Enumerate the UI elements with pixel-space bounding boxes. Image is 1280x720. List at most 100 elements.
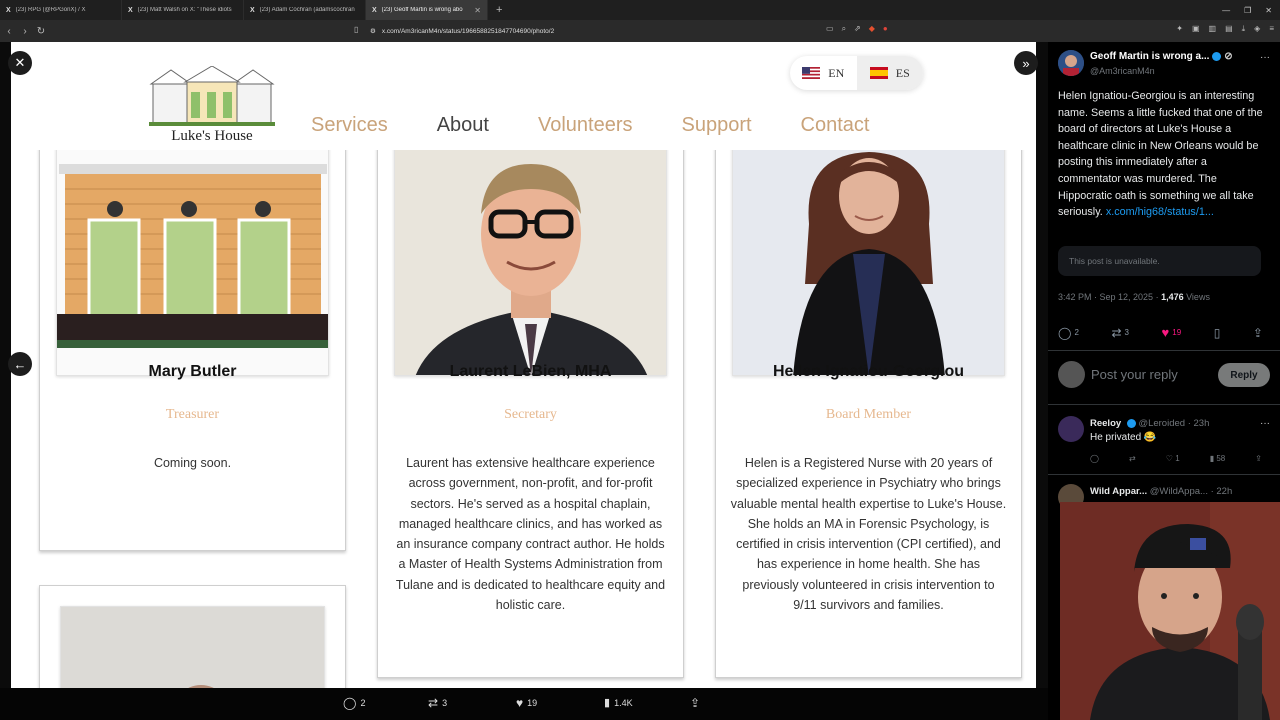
x-logo-icon: X — [6, 6, 11, 14]
nav-services[interactable]: Services — [311, 114, 388, 137]
cast-icon[interactable]: ▭ — [826, 24, 834, 34]
share-button[interactable]: ⇪ — [1253, 325, 1263, 340]
url-field[interactable]: ⚙ x.com/Am3ricanM4n/status/1966588251847… — [370, 24, 554, 38]
reply-count-button[interactable]: ◯ 2 — [343, 696, 365, 710]
portrait-photo — [395, 134, 666, 375]
lang-es-button[interactable]: ES — [856, 56, 923, 90]
verified-icon — [1212, 51, 1222, 61]
commenter-name[interactable]: Wild Appar... — [1090, 486, 1147, 497]
like-button[interactable]: ♡ 1 — [1166, 454, 1180, 463]
tabs-icon[interactable]: ▤ — [1225, 24, 1233, 34]
back-icon[interactable]: ‹ — [2, 26, 16, 37]
reply-icon: ◯ — [1058, 325, 1072, 340]
share-icon[interactable]: ⇗ — [854, 24, 861, 34]
author-name[interactable]: Geoff Martin is wrong a... ⊘ — [1090, 51, 1233, 62]
views-count-button[interactable]: ▮ 1.4K — [604, 696, 633, 709]
close-window-icon[interactable]: ✕ — [1265, 6, 1272, 15]
extension-icon[interactable]: ● — [883, 24, 888, 34]
tab-title: (23) RPG (@RPGonX) / X — [15, 7, 86, 13]
post-time[interactable]: 3:42 PM · Sep 12, 2025 · — [1058, 292, 1161, 302]
site-info-icon[interactable]: ⚙ — [370, 27, 376, 35]
wallet-icon[interactable]: ▣ — [1192, 24, 1200, 34]
minimize-icon[interactable]: — — [1222, 6, 1230, 15]
member-bio: Laurent has extensive healthcare experie… — [395, 456, 666, 613]
member-role: Board Member — [825, 407, 912, 422]
lang-en-button[interactable]: EN — [790, 56, 857, 90]
repost-icon[interactable]: ⇄ — [1129, 454, 1136, 463]
webcam-overlay — [1060, 502, 1280, 720]
address-icons: ▭ ⌕ ⇗ ◆ ● — [826, 24, 888, 34]
previous-photo-button[interactable]: ← — [8, 352, 32, 376]
bookmark-icon[interactable]: ▯ — [354, 25, 358, 34]
member-name: Laurent LeBien, MHA — [449, 363, 612, 380]
expand-panel-button[interactable]: » — [1014, 51, 1038, 75]
zoom-icon[interactable]: ⌕ — [842, 24, 846, 34]
reply-submit-button[interactable]: Reply — [1218, 363, 1270, 387]
more-options-icon[interactable]: ··· — [1260, 52, 1270, 63]
repost-button[interactable]: ⇄ 3 — [1111, 325, 1129, 340]
browser-tab-bar: X (23) RPG (@RPGonX) / X X (23) Matt Wal… — [0, 0, 1280, 20]
views-count: 58 — [1216, 454, 1226, 463]
browser-tab[interactable]: X (23) RPG (@RPGonX) / X — [0, 0, 122, 20]
author-handle[interactable]: @Am3ricanM4n — [1090, 66, 1155, 76]
forward-icon[interactable]: › — [18, 26, 32, 37]
heart-icon: ♥ — [1161, 325, 1170, 340]
x-logo-icon: X — [372, 6, 377, 14]
divider — [1048, 474, 1280, 475]
lang-en-label: EN — [828, 65, 845, 80]
extensions-icon[interactable]: ✦ — [1176, 24, 1183, 34]
maximize-icon[interactable]: ❐ — [1244, 6, 1251, 15]
site-header: Luke's House Services About Volunteers S… — [11, 42, 1036, 150]
share-icon[interactable]: ⇪ — [1255, 454, 1262, 463]
repost-count-button[interactable]: ⇄ 3 — [428, 696, 447, 710]
reload-icon[interactable]: ↻ — [34, 26, 48, 37]
member-bio: Coming soon. — [153, 456, 232, 470]
bookmark-icon: ▯ — [1213, 325, 1221, 340]
commenter-handle[interactable]: @WildAppa... · 22h — [1150, 486, 1233, 497]
reply-icon[interactable]: ◯ — [1090, 454, 1099, 463]
language-switcher: EN ES — [790, 56, 923, 90]
close-tab-icon[interactable]: ✕ — [474, 6, 481, 15]
browser-tab-active[interactable]: X (23) Geoff Martin is wrong abo ✕ — [366, 0, 488, 20]
nav-support[interactable]: Support — [681, 114, 751, 137]
analytics-icon: ▮ — [604, 697, 611, 709]
member-card: Laurent LeBien, MHA Secretary Laurent ha… — [377, 112, 684, 678]
new-tab-button[interactable]: + — [488, 4, 510, 16]
post-body: Helen Ignatiou-Georgiou is an interestin… — [1058, 90, 1263, 219]
nav-about[interactable]: About — [437, 114, 489, 137]
like-count-button[interactable]: ♥ 19 — [516, 696, 537, 710]
shield-icon[interactable]: ◆ — [869, 24, 875, 34]
views-label: Views — [1183, 292, 1210, 302]
sidebar-icon[interactable]: ▥ — [1209, 24, 1217, 34]
comment-actions: ◯ ⇄ ♡ 1 ▮ 58 ⇪ — [1090, 454, 1262, 463]
reply-button[interactable]: ◯ 2 — [1058, 325, 1079, 340]
more-options-icon[interactable]: ··· — [1260, 418, 1270, 429]
commenter-name[interactable]: Reeloy — [1090, 418, 1121, 429]
close-viewer-button[interactable]: ✕ — [8, 51, 32, 75]
nav-contact[interactable]: Contact — [801, 114, 870, 137]
url-text: x.com/Am3ricanM4n/status/196658825184770… — [381, 27, 555, 35]
commenter-avatar[interactable] — [1058, 416, 1084, 442]
browser-tab[interactable]: X (23) Matt Walsh on X: "These idiots — [122, 0, 244, 20]
reply-input[interactable]: Post your reply — [1091, 367, 1178, 382]
share-button[interactable]: ⇪ — [690, 696, 700, 710]
download-icon[interactable]: ⤓ — [1242, 24, 1246, 34]
author-avatar[interactable] — [1058, 50, 1084, 76]
grok-icon[interactable]: ⊘ — [1224, 51, 1232, 62]
member-photo — [394, 133, 667, 376]
comment-text: He privated 😂 — [1090, 432, 1157, 443]
member-card: Mary Butler Treasurer Coming soon. — [39, 112, 346, 551]
views-button[interactable]: ▮ 58 — [1210, 454, 1226, 463]
post-link[interactable]: x.com/hig68/status/1... — [1106, 206, 1214, 218]
logo-text: Luke's House — [171, 128, 253, 144]
bookmark-button[interactable]: ▯ — [1214, 325, 1221, 340]
tab-title: (23) Geoff Martin is wrong abo — [381, 7, 463, 13]
vpn-icon[interactable]: ◈ — [1254, 24, 1260, 34]
nav-volunteers[interactable]: Volunteers — [538, 114, 633, 137]
like-button[interactable]: ♥ 19 — [1162, 325, 1182, 340]
commenter-handle[interactable]: @Leroided · 23h — [1138, 418, 1209, 429]
views-number: 1,476 — [1161, 292, 1184, 302]
browser-tab[interactable]: X (23) Adam Cochran (adamscochran — [244, 0, 366, 20]
lukes-house-logo[interactable]: Luke's House — [149, 65, 275, 144]
menu-icon[interactable]: ≡ — [1269, 24, 1274, 34]
